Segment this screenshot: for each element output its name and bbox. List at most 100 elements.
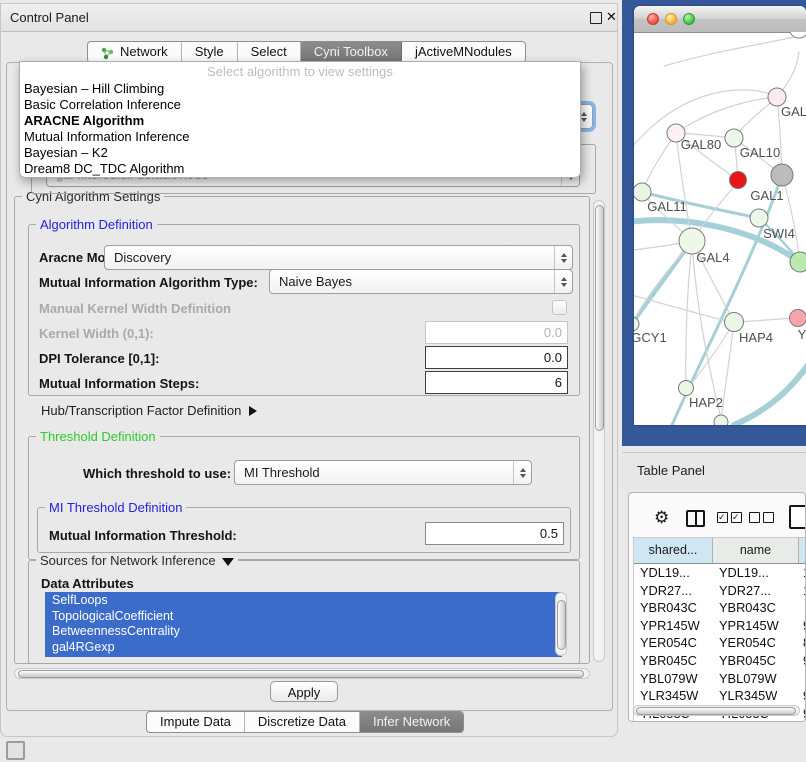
network-node-hap4[interactable] xyxy=(725,313,744,332)
data-attributes-list[interactable]: SelfLoops TopologicalCoefficient Between… xyxy=(45,592,562,657)
network-node-gcy1[interactable] xyxy=(634,317,639,331)
table-cell[interactable]: YER054C xyxy=(634,634,713,652)
tab-cyni-toolbox[interactable]: Cyni Toolbox xyxy=(301,42,402,62)
mi-algorithm-type-combobox[interactable]: Naive Bayes xyxy=(269,269,573,294)
gear-icon[interactable]: ⚙ xyxy=(654,508,669,528)
column-header-partial[interactable] xyxy=(799,538,806,563)
tab-discretize-data[interactable]: Discretize Data xyxy=(245,712,360,732)
attribute-item[interactable]: BetweennessCentrality xyxy=(52,624,562,640)
kernel-width-input[interactable] xyxy=(425,321,568,344)
attributes-list-scrollbar[interactable] xyxy=(555,592,567,656)
tab-select[interactable]: Select xyxy=(238,42,301,62)
table-cell[interactable]: YDL19... xyxy=(713,564,799,582)
table-cell[interactable]: YER054C xyxy=(713,634,799,652)
table-cell[interactable] xyxy=(799,670,806,688)
show-columns-icon[interactable]: ✓ ✓ xyxy=(717,512,742,523)
settings-horizontal-scrollbar[interactable] xyxy=(14,668,590,679)
network-canvas[interactable]: GALGAL80GAL10GAL1GAL11SWI4GAL4GCY1HAP4YH… xyxy=(634,32,806,425)
network-edge[interactable] xyxy=(634,241,692,332)
algorithm-option[interactable]: Basic Correlation Inference xyxy=(20,97,580,113)
settings-vertical-scrollbar[interactable] xyxy=(593,200,605,662)
columns-icon[interactable] xyxy=(686,510,705,527)
column-header-shared-name[interactable]: shared... xyxy=(634,538,713,563)
table-cell[interactable]: YBL079W xyxy=(634,670,713,688)
attribute-item[interactable]: TopologicalCoefficient xyxy=(52,609,562,625)
table-cell[interactable]: YDR27... xyxy=(634,582,713,600)
table-row[interactable]: YPR145WYPR145W9. xyxy=(634,617,806,635)
network-window-titlebar[interactable] xyxy=(634,6,806,33)
table-cell[interactable]: YPR145W xyxy=(634,617,713,635)
algorithm-option[interactable]: Bayesian – Hill Climbing xyxy=(20,81,580,97)
table-cell[interactable]: YPR145W xyxy=(713,617,799,635)
network-window[interactable]: GALGAL80GAL10GAL1GAL11SWI4GAL4GCY1HAP4YH… xyxy=(634,6,806,425)
table-cell[interactable]: YLR345W xyxy=(634,687,713,705)
close-traffic-light-icon[interactable] xyxy=(647,13,659,25)
network-node-hap2[interactable] xyxy=(679,381,694,396)
network-edge[interactable] xyxy=(664,36,799,66)
network-node[interactable] xyxy=(714,415,728,425)
manual-kernel-checkbox[interactable] xyxy=(552,300,567,315)
network-node-y[interactable] xyxy=(790,310,806,327)
table-cell[interactable]: YDL19... xyxy=(634,564,713,582)
table-row[interactable]: YBL079WYBL079W xyxy=(634,670,806,688)
settings-vscrollbar-thumb[interactable] xyxy=(595,205,604,431)
table-cell[interactable]: 9. xyxy=(799,617,806,635)
table-hscrollbar-thumb[interactable] xyxy=(636,707,796,715)
settings-hscrollbar-thumb[interactable] xyxy=(18,670,584,678)
aracne-mode-combobox[interactable]: Discovery xyxy=(104,245,573,270)
column-header-name[interactable]: name xyxy=(713,538,799,563)
float-window-icon[interactable] xyxy=(590,12,602,24)
table-row[interactable]: YLR345WYLR345W9. xyxy=(634,687,806,705)
hide-columns-icon[interactable] xyxy=(749,512,774,523)
table-cell[interactable]: 9 xyxy=(799,705,806,722)
which-threshold-combobox[interactable]: MI Threshold xyxy=(234,460,532,485)
tab-network[interactable]: Network xyxy=(88,42,182,62)
network-edge[interactable] xyxy=(734,362,806,425)
table-cell[interactable]: YBL079W xyxy=(713,670,799,688)
table-horizontal-scrollbar[interactable] xyxy=(633,705,800,716)
table-cell[interactable]: YDR27... xyxy=(713,582,799,600)
network-edge[interactable] xyxy=(642,133,676,192)
network-node[interactable] xyxy=(790,252,806,272)
table-cell[interactable]: YBR043C xyxy=(634,599,713,617)
tab-impute-data[interactable]: Impute Data xyxy=(147,712,245,732)
table-cell[interactable]: 13 xyxy=(799,564,806,582)
algorithm-option[interactable]: Mutual Information Inference xyxy=(20,129,580,145)
tab-style[interactable]: Style xyxy=(182,42,238,62)
network-edge[interactable] xyxy=(676,97,777,133)
attributes-scrollbar-thumb[interactable] xyxy=(557,600,566,650)
network-node-swi4[interactable] xyxy=(750,209,768,227)
table-cell[interactable]: 9. xyxy=(799,687,806,705)
zoom-traffic-light-icon[interactable] xyxy=(683,13,695,25)
mi-steps-input[interactable] xyxy=(425,371,568,394)
attribute-item[interactable]: gal4RGexp xyxy=(52,640,562,656)
table-cell[interactable]: YBR043C xyxy=(713,599,799,617)
hub-definition-expander[interactable]: Hub/Transcription Factor Definition xyxy=(41,403,257,418)
table-row[interactable]: YDR27...YDR27...12 xyxy=(634,582,806,600)
algorithm-option[interactable]: Bayesian – K2 xyxy=(20,145,580,161)
docked-panel-icon[interactable] xyxy=(6,741,25,760)
close-icon[interactable]: ✕ xyxy=(606,9,617,25)
network-node-gal1[interactable] xyxy=(730,172,747,189)
mi-threshold-input[interactable] xyxy=(425,522,564,545)
table-cell[interactable]: YBR045C xyxy=(713,652,799,670)
table-cell[interactable]: YBR045C xyxy=(634,652,713,670)
network-edge[interactable] xyxy=(686,241,692,388)
table-row[interactable]: YDL19...YDL19...13 xyxy=(634,564,806,582)
algorithm-option[interactable]: Dream8 DC_TDC Algorithm xyxy=(20,161,580,177)
tab-infer-network[interactable]: Infer Network xyxy=(360,712,463,732)
attribute-item[interactable]: SelfLoops xyxy=(52,593,562,609)
table-cell[interactable] xyxy=(799,599,806,617)
table-cell[interactable]: 8. xyxy=(799,634,806,652)
table-row[interactable]: YBR045CYBR045C9. xyxy=(634,652,806,670)
table-cell[interactable]: 12 xyxy=(799,582,806,600)
table-row[interactable]: YER054CYER054C8. xyxy=(634,634,806,652)
dpi-tolerance-input[interactable] xyxy=(425,346,568,369)
tab-jactivemnodules[interactable]: jActiveMNodules xyxy=(402,42,525,62)
algorithm-option-highlighted[interactable]: ARACNE Algorithm xyxy=(20,113,580,129)
apply-button[interactable]: Apply xyxy=(270,681,338,702)
document-icon[interactable] xyxy=(789,505,806,529)
table-row[interactable]: YBR043CYBR043C xyxy=(634,599,806,617)
minimize-traffic-light-icon[interactable] xyxy=(665,13,677,25)
network-node[interactable] xyxy=(771,164,793,186)
